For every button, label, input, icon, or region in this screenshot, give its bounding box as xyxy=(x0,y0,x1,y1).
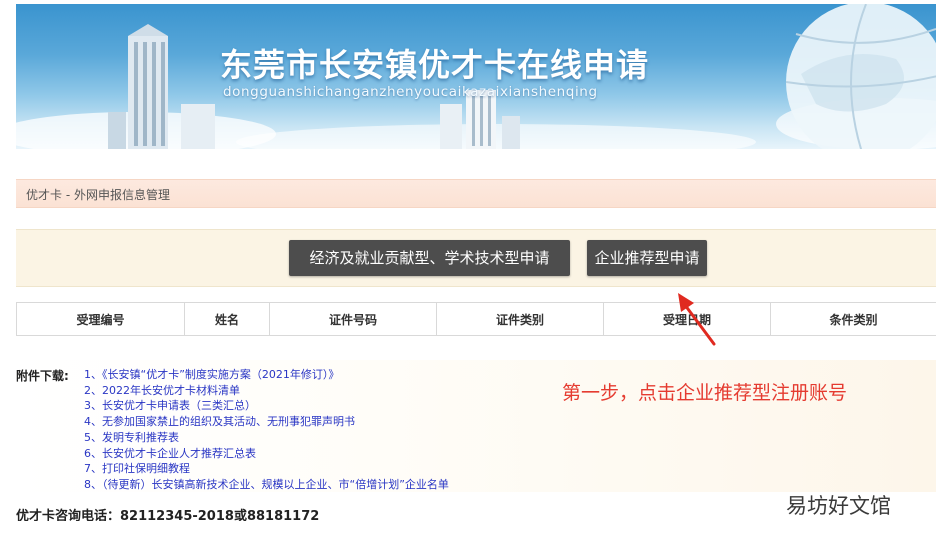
site-title: 东莞市长安镇优才卡在线申请 xyxy=(220,46,650,84)
download-link-application-form[interactable]: 3、长安优才卡申请表（三类汇总） xyxy=(84,398,449,414)
breadcrumb-bar: 优才卡 - 外网申报信息管理 xyxy=(16,179,936,208)
breadcrumb: 优才卡 - 外网申报信息管理 xyxy=(26,188,170,202)
col-header-accept-date: 受理日期 xyxy=(603,302,771,336)
download-link-materials-list[interactable]: 2、2022年长安优才卡材料清单 xyxy=(84,383,449,399)
download-link-scheme[interactable]: 1、《长安镇“优才卡”制度实施方案（2021年修订）》 xyxy=(84,367,449,383)
action-bar: 经济及就业贡献型、学术技术型申请 企业推荐型申请 xyxy=(16,229,936,287)
download-link-patent-form[interactable]: 5、发明专利推荐表 xyxy=(84,430,449,446)
economic-academic-apply-button[interactable]: 经济及就业贡献型、学术技术型申请 xyxy=(289,240,570,276)
consult-hotline: 优才卡咨询电话：82112345-2018或88181172 xyxy=(16,509,320,521)
download-link-enterprise-summary[interactable]: 6、长安优才卡企业人才推荐汇总表 xyxy=(84,446,449,462)
downloads-label: 附件下载: xyxy=(16,369,69,383)
col-header-condition-type: 条件类别 xyxy=(770,302,936,336)
site-subtitle-pinyin: dongguanshichanganzhenyoucaikazaixianshe… xyxy=(223,84,598,100)
col-header-id-number: 证件号码 xyxy=(269,302,437,336)
watermark: 易坊好文馆 xyxy=(786,494,891,518)
enterprise-recommend-apply-button[interactable]: 企业推荐型申请 xyxy=(587,240,707,276)
step-annotation: 第一步，点击企业推荐型注册账号 xyxy=(562,382,848,404)
download-link-enterprise-list[interactable]: 8、（待更新）长安镇高新技术企业、规模以上企业、市“倍增计划”企业名单 xyxy=(84,477,449,493)
col-header-application-id: 受理编号 xyxy=(16,302,185,336)
downloads-list: 1、《长安镇“优才卡”制度实施方案（2021年修订）》 2、2022年长安优才卡… xyxy=(84,367,449,493)
header-banner: 东莞市长安镇优才卡在线申请 dongguanshichanganzhenyouc… xyxy=(16,4,936,149)
download-link-declaration[interactable]: 4、无参加国家禁止的组织及其活动、无刑事犯罪声明书 xyxy=(84,414,449,430)
records-table: 受理编号 姓名 证件号码 证件类别 受理日期 条件类别 xyxy=(16,302,936,336)
download-link-social-security-guide[interactable]: 7、打印社保明细教程 xyxy=(84,461,449,477)
table-header-row: 受理编号 姓名 证件号码 证件类别 受理日期 条件类别 xyxy=(16,302,936,336)
col-header-name: 姓名 xyxy=(184,302,270,336)
col-header-id-type: 证件类别 xyxy=(436,302,604,336)
banner-spacer xyxy=(16,149,936,179)
